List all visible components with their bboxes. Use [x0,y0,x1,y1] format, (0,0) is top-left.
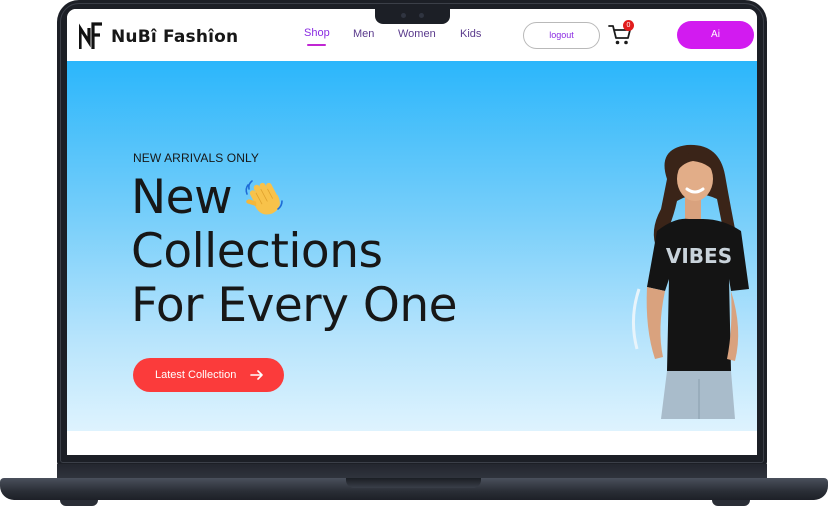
laptop-foot-right [712,500,750,506]
camera-notch [375,7,450,24]
hero-tagline: NEW ARRIVALS ONLY [133,151,259,165]
screen: NuBî Fashîon Shop Men Women Kids logout … [67,9,757,455]
laptop-opening-groove [346,478,481,488]
laptop-hinge [57,464,767,479]
nav-link-kids[interactable]: Kids [460,28,481,40]
camera-dot-right [419,13,424,18]
waving-hand-icon [245,180,283,215]
headline-line-1: New [131,171,457,225]
brand-name[interactable]: NuBî Fashîon [111,27,238,47]
cart-count-badge: 0 [623,20,634,31]
headline-line-3: For Every One [131,278,458,333]
nav-link-women[interactable]: Women [398,28,436,40]
shirt-print: VIBES [666,244,732,268]
latest-collection-button[interactable]: Latest Collection [133,358,284,392]
latest-collection-label: Latest Collection [155,369,237,381]
hero-model-image: VIBES [632,144,749,419]
hero-section: NEW ARRIVALS ONLY New Collections For Ev… [67,61,757,431]
logout-button[interactable]: logout [523,22,600,49]
active-nav-indicator [307,44,326,46]
laptop-foot-left [60,500,98,506]
camera-dot-left [401,13,406,18]
arrow-right-icon [250,370,263,380]
brand-logo-icon[interactable] [79,22,103,50]
ai-button[interactable]: Ai [677,21,754,49]
headline-line-1-text: New [131,170,233,225]
nav-link-men[interactable]: Men [353,28,374,40]
headline-line-2: Collections [131,224,383,279]
page-below-hero [67,431,757,455]
nav-link-shop[interactable]: Shop [304,27,330,39]
hero-headline: New Collections For Every One [131,171,458,333]
